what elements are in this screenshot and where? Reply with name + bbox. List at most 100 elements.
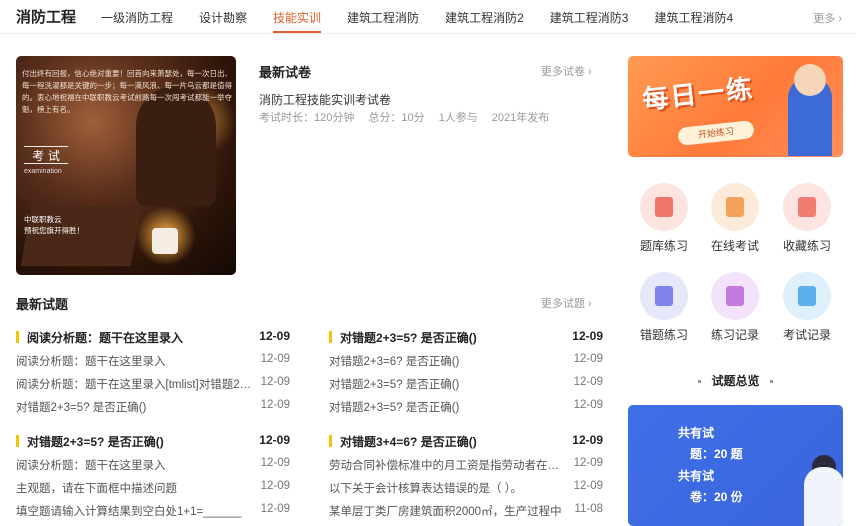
top-navigation: 消防工程 一级消防工程 设计勘察 技能实训 建筑工程消防 建筑工程消防2 建筑工程消防3 建… — [0, 0, 856, 34]
question-row[interactable]: 劳动合同补偿标准中的月工资是指劳动者在劳动合同解除前十二个月 12-09 — [329, 454, 603, 477]
question-row[interactable]: 主观题，请在下面框中描述问题 12-09 — [16, 477, 290, 500]
favorite-icon — [783, 183, 831, 231]
teacher-head-illustration — [794, 64, 826, 96]
quick-action-label: 错题练习 — [639, 328, 688, 342]
question-date: 12-09 — [573, 399, 603, 411]
question-group-header[interactable]: 对错题2+3=5? 是否正确() 12-09 — [329, 328, 603, 348]
nav-tab-3[interactable]: 技能实训 — [273, 9, 322, 33]
question-row[interactable]: 对错题2+3=5? 是否正确() 12-09 — [329, 396, 603, 419]
quick-action-label: 在线考试 — [710, 239, 759, 253]
question-row[interactable]: 对错题2+3=6? 是否正确() 12-09 — [329, 350, 603, 373]
question-row[interactable]: 填空题请输入计算结果到空白处1+1=______ 12-09 — [16, 500, 290, 523]
group-title: 阅读分析题：题干在这里录入 — [27, 331, 184, 345]
quick-action-favorite[interactable]: 收藏练习 — [775, 183, 839, 254]
banner-org-line2: 预祝您旗开得胜！ — [24, 226, 84, 235]
question-text: 对错题2+3=5? 是否正确() — [329, 402, 460, 414]
group-date: 12-09 — [259, 329, 290, 343]
question-group-header[interactable]: 对错题3+4=6? 是否正确() 12-09 — [329, 432, 603, 452]
brand-title: 消防工程 — [16, 9, 77, 26]
exam-record-icon — [783, 272, 831, 320]
daily-practice-title: 每日一练 — [640, 73, 756, 115]
question-date: 11-08 — [574, 503, 603, 515]
question-date: 12-09 — [573, 376, 603, 388]
paper-duration: 考试时长：120分钟 — [259, 112, 355, 124]
online-exam-icon — [711, 183, 759, 231]
summary-heading: 试题总览 — [628, 372, 843, 389]
promo-banner-image[interactable]: 付出终有回报，信心绝对重要！回首向来萧瑟处，每一次日出、每一程洗濯都是关键的一步… — [16, 56, 236, 275]
question-date: 12-09 — [260, 457, 290, 469]
more-papers-link[interactable]: 更多试卷 › — [541, 63, 592, 79]
group-date: 12-09 — [572, 329, 603, 343]
nav-more-link[interactable]: 更多 › — [813, 10, 842, 26]
question-text: 对错题2+3=5? 是否正确() — [16, 402, 147, 414]
question-text: 某单层丁类厂房建筑面积2000㎡，生产过程中 — [329, 506, 562, 518]
question-date: 12-09 — [260, 399, 290, 411]
question-text: 对错题2+3=6? 是否正确() — [329, 356, 460, 368]
question-text: 主观题，请在下面框中描述问题 — [16, 483, 177, 495]
nav-tab-7[interactable]: 建筑工程消防4 — [654, 9, 733, 33]
question-group: 阅读分析题：题干在这里录入 12-09 阅读分析题：题干在这里录入 12-09 阅读分析… — [16, 328, 290, 419]
question-group: 对错题2+3=5? 是否正确() 12-09 阅读分析题：题干在这里录入 12-09 主… — [16, 432, 290, 523]
question-bank-icon — [640, 183, 688, 231]
quick-action-label: 收藏练习 — [782, 239, 831, 253]
more-questions-link[interactable]: 更多试题 › — [541, 295, 592, 311]
paper-score: 总分：10分 — [368, 112, 425, 124]
nav-tab-2[interactable]: 设计勘察 — [199, 9, 247, 33]
banner-text: 付出终有回报，信心绝对重要！回首向来萧瑟处，每一次日出、每一程洗濯都是关键的一步… — [22, 69, 232, 114]
question-text: 阅读分析题：题干在这里录入 — [16, 460, 166, 472]
question-date: 12-09 — [260, 376, 290, 388]
daily-practice-banner[interactable]: 每日一练 开始练习 — [628, 56, 843, 157]
total-questions-label: 共有试 — [678, 426, 715, 440]
question-date: 12-09 — [260, 480, 290, 492]
quick-action-online-exam[interactable]: 在线考试 — [703, 183, 767, 254]
quick-action-exam-record[interactable]: 考试记录 — [775, 272, 839, 343]
quick-action-practice-record[interactable]: 练习记录 — [703, 272, 767, 343]
accent-bar — [16, 435, 19, 447]
summary-card: 共有试 题：20 题 共有试 卷：20 份 — [628, 405, 843, 526]
question-row[interactable]: 阅读分析题：题干在这里录入[tmlist]对错题2+3=5？是否正确() 12-0… — [16, 373, 290, 396]
practice-record-icon — [711, 272, 759, 320]
question-date: 12-09 — [573, 353, 603, 365]
quick-action-label: 题库练习 — [639, 239, 688, 253]
question-row[interactable]: 某单层丁类厂房建筑面积2000㎡，生产过程中 11-08 — [329, 500, 603, 523]
accent-bar — [329, 435, 332, 447]
group-title: 对错题2+3=5? 是否正确() — [340, 331, 477, 345]
question-row[interactable]: 阅读分析题：题干在这里录入 12-09 — [16, 350, 290, 373]
question-row[interactable]: 阅读分析题：题干在这里录入 12-09 — [16, 454, 290, 477]
question-text: 以下关于会计核算表达错误的是（ ）。 — [329, 483, 522, 495]
accent-bar — [16, 331, 19, 343]
question-row[interactable]: 对错题2+3=5? 是否正确() 12-09 — [329, 373, 603, 396]
group-date: 12-09 — [259, 433, 290, 447]
paper-published: 2021年发布 — [491, 112, 550, 124]
nav-tab-6[interactable]: 建筑工程消防3 — [550, 9, 629, 33]
question-row[interactable]: 对错题2+3=5? 是否正确() 12-09 — [16, 396, 290, 419]
latest-questions-title: 最新试题 — [16, 297, 69, 312]
group-title: 对错题3+4=6? 是否正确() — [340, 435, 477, 449]
question-text: 填空题请输入计算结果到空白处1+1=______ — [16, 506, 242, 518]
nav-tab-5[interactable]: 建筑工程消防2 — [445, 9, 524, 33]
question-date: 12-09 — [260, 353, 290, 365]
total-papers-value: 卷：20 份 — [690, 490, 743, 504]
question-row[interactable]: 以下关于会计核算表达错误的是（ ）。 12-09 — [329, 477, 603, 500]
total-questions-value: 题：20 题 — [690, 447, 743, 461]
banner-exam-label: 考 试 — [24, 146, 68, 164]
person-illustration — [804, 467, 843, 526]
start-practice-button[interactable]: 开始练习 — [677, 120, 755, 146]
question-group-header[interactable]: 对错题2+3=5? 是否正确() 12-09 — [16, 432, 290, 452]
paper-name-link[interactable]: 消防工程技能实训考试卷 — [259, 91, 391, 108]
banner-exam-en: examination — [24, 168, 62, 175]
group-title: 对错题2+3=5? 是否正确() — [27, 435, 164, 449]
quick-action-wrong-question[interactable]: 错题练习 — [632, 272, 696, 343]
quick-action-question-bank[interactable]: 题库练习 — [632, 183, 696, 254]
paper-meta: 考试时长：120分钟 总分：10分 1人参与 2021年发布 — [259, 109, 549, 125]
question-date: 12-09 — [573, 457, 603, 469]
question-group-header[interactable]: 阅读分析题：题干在这里录入 12-09 — [16, 328, 290, 348]
question-text: 阅读分析题：题干在这里录入 — [16, 356, 166, 368]
paper-participants: 1人参与 — [438, 112, 478, 124]
question-date: 12-09 — [573, 480, 603, 492]
nav-tab-1[interactable]: 一级消防工程 — [101, 9, 173, 33]
cup-illustration — [152, 228, 178, 254]
summary-title: 试题总览 — [711, 374, 760, 388]
quick-action-label: 考试记录 — [782, 328, 831, 342]
nav-tab-4[interactable]: 建筑工程消防 — [347, 9, 419, 33]
